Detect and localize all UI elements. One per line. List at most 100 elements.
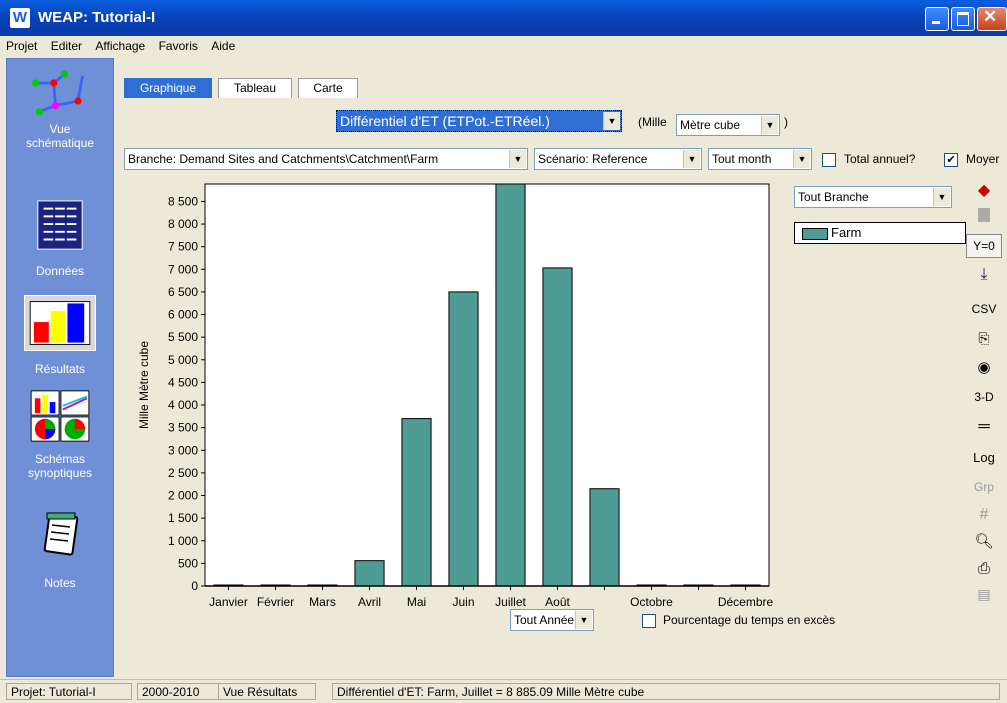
nav-label-vue: Vue [49,122,71,136]
branch-filter-select[interactable]: Tout Branche ▼ [794,186,952,208]
time-select-value: Tout month [712,152,772,166]
menu-aide[interactable]: Aide [207,36,239,53]
grid-icon[interactable]: # [966,506,1002,524]
scenario-select[interactable]: Scénario: Reference ▼ [534,148,702,170]
exceedance-checkbox[interactable] [642,614,656,628]
nav-label-schemas: Schémas [34,452,86,466]
pie-chart-icon[interactable]: ◉ [966,358,1002,376]
schematic-icon [32,70,84,116]
chevron-down-icon: ▼ [933,188,950,206]
close-button[interactable]: ✕ [977,7,1007,31]
y-zero-button[interactable]: Y=0 [966,234,1002,258]
x-tick-label: Mai [407,595,426,609]
y-tick-label: 0 [191,579,198,593]
y-tick-label: 7 500 [168,240,198,254]
tab-tableau[interactable]: Tableau [218,78,292,98]
overview-charts-icon [30,390,90,442]
app-icon: W [10,8,30,28]
x-tick-label: Février [257,595,294,609]
x-tick-label: Octobre [630,595,673,609]
legend: Farm [794,222,966,244]
bar-4 [354,560,385,587]
y-tick-label: 500 [178,556,198,570]
y-tick-label: 2 500 [168,466,198,480]
y-tick-label: 1 500 [168,511,198,525]
window-title: WEAP: Tutorial-I [38,9,156,26]
nav-donnees[interactable]: Données [7,199,113,278]
moyenne-checkbox[interactable]: ✔ [944,153,958,167]
y-tick-label: 6 000 [168,308,198,322]
log-button[interactable]: Log [966,450,1002,465]
csv-button[interactable]: CSV [966,302,1002,316]
grp-button[interactable]: Grp [966,480,1002,494]
nav-label-synoptiques: synoptiques [27,466,93,480]
nav-label-donnees: Données [35,264,85,278]
scenario-select-value: Scénario: Reference [538,152,648,166]
exceedance-label: Pourcentage du temps en excès [663,613,836,627]
chart-toolbar: ◆ Y=0 ⤓ CSV ⎘ ◉ 3-D ═ Log Grp # 🔍︎ ⎙ ▤ [966,178,1002,606]
y-tick-label: 5 500 [168,330,198,344]
bar-6 [448,291,479,587]
tab-graphique[interactable]: Graphique [124,78,212,98]
y-tick-label: 8 500 [168,194,198,208]
line-style-icon[interactable]: ═ [966,418,1002,436]
x-tick-label: Mars [309,595,336,609]
maximize-button[interactable] [951,7,975,31]
three-d-button[interactable]: 3-D [966,390,1002,404]
nav-resultats[interactable]: Résultats [7,295,113,376]
chevron-down-icon: ▼ [761,116,778,134]
print-icon[interactable]: ⎙ [966,560,1002,577]
y-tick-label: 4 500 [168,375,198,389]
nav-notes[interactable]: Notes [7,509,113,590]
y-tick-label: 2 000 [168,489,198,503]
status-project: Projet: Tutorial-I [6,683,132,700]
zoom-icon[interactable]: 🔍︎ [966,532,1002,550]
branch-select-value: Branche: Demand Sites and Catchments\Cat… [128,152,439,166]
bar-9 [589,488,620,587]
status-bar: Projet: Tutorial-I 2000-2010 Vue Résulta… [0,679,1007,703]
status-years: 2000-2010 [137,683,219,700]
year-select[interactable]: Tout Année ▼ [510,609,594,631]
nav-schemas-synoptiques[interactable]: Schémas synoptiques [7,389,113,480]
y-tick-label: 5 000 [168,353,198,367]
variable-select[interactable]: Différentiel d'ET (ETPot.-ETRéel.) ▼ [336,110,622,132]
unit-select[interactable]: Mètre cube ▼ [676,114,780,136]
results-chart: 0 500 1 000 1 500 2 000 2 500 3 000 3 500 4 000 4… [137,183,774,609]
y-tick-label: 1 000 [168,534,198,548]
status-info: Différentiel d'ET: Farm, Juillet = 8 885… [332,683,1000,700]
export-excel-icon[interactable]: ⤓ [966,266,1002,284]
menu-favoris[interactable]: Favoris [155,36,202,53]
y-axis-label: Mille Mètre cube [137,341,151,429]
save-chart-icon[interactable]: ▤ [966,586,1002,603]
data-table-icon [37,200,83,250]
x-tick-label: Décembre [718,595,774,609]
x-tick-label: Juillet [495,595,526,609]
menu-projet[interactable]: Projet [2,36,41,53]
bar-7 [495,183,526,587]
chevron-down-icon: ▼ [603,112,620,130]
title-bar: W WEAP: Tutorial-I ✕ [0,0,1007,36]
nav-label-notes: Notes [44,576,76,590]
branch-select[interactable]: Branche: Demand Sites and Catchments\Cat… [124,148,528,170]
x-tick-label: Août [545,595,570,609]
chevron-down-icon: ▼ [793,150,810,168]
copy-icon[interactable]: ⎘ [966,330,1002,347]
menu-editer[interactable]: Editer [47,36,86,53]
nav-label-schematique: schématique [25,136,95,150]
notes-icon [43,512,79,556]
x-tick-label: Janvier [209,595,248,609]
total-label: Total annuel? [844,152,916,166]
y-tick-label: 3 500 [168,421,198,435]
color-palette-icon[interactable]: ◆ [966,180,1002,200]
time-select[interactable]: Tout month ▼ [708,148,812,170]
nav-vue-schematique[interactable]: Vue schématique [7,65,113,150]
year-select-value: Tout Année [514,613,575,627]
tab-carte[interactable]: Carte [298,78,358,98]
y-tick-label: 4 000 [168,398,198,412]
results-panel: Graphique Tableau Carte Différentiel d'E… [116,58,1007,675]
menu-affichage[interactable]: Affichage [91,36,149,53]
minimize-button[interactable] [925,7,949,31]
total-checkbox[interactable] [822,153,836,167]
fill-icon[interactable] [966,208,1002,222]
chevron-down-icon: ▼ [509,150,526,168]
